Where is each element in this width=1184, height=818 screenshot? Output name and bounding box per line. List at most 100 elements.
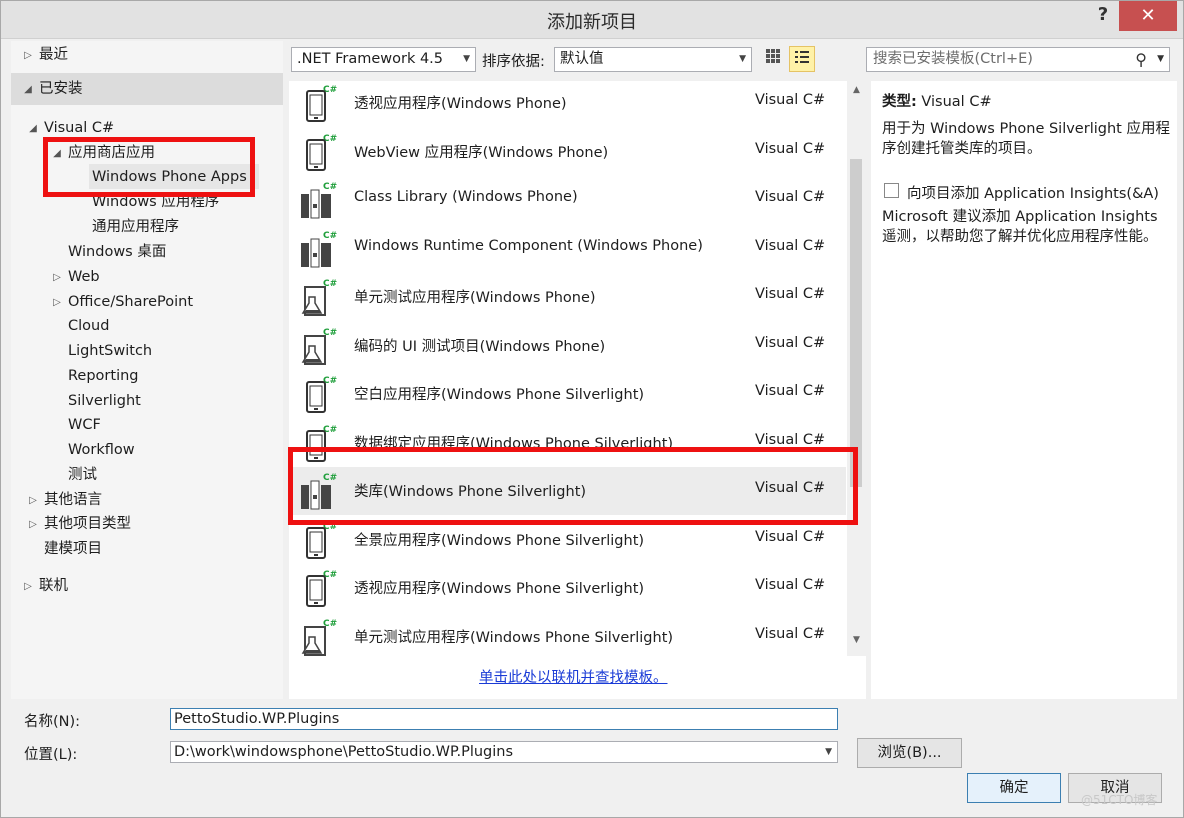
template-description: 用于为 Windows Phone Silverlight 应用程序创建托管类库… (882, 121, 1170, 157)
nav-installed[interactable]: ◢ 已安装 (24, 77, 83, 102)
close-button[interactable]: ✕ (1119, 1, 1177, 31)
template-row[interactable]: C# Windows Runtime Component (Windows Ph… (289, 225, 846, 273)
svg-text:C#: C# (323, 182, 337, 192)
search-icon[interactable]: ⚲ (1135, 48, 1147, 71)
template-language: Visual C# (755, 432, 826, 448)
list-view-icon[interactable] (789, 46, 815, 72)
expand-arrow-icon[interactable]: ▷ (21, 43, 35, 68)
expand-arrow-icon[interactable]: ▷ (50, 265, 64, 290)
nav-cloud[interactable]: Cloud (68, 314, 109, 339)
phone-panorama-icon: C# (299, 520, 337, 560)
chevron-down-icon[interactable]: ▼ (1157, 48, 1164, 71)
framework-dropdown[interactable]: .NET Framework 4.5 ▼ (291, 47, 476, 72)
template-name: 单元测试应用程序(Windows Phone Silverlight) (354, 630, 674, 646)
template-name: 空白应用程序(Windows Phone Silverlight) (354, 387, 645, 403)
nav-reporting[interactable]: Reporting (68, 364, 139, 389)
search-input[interactable]: 搜索已安装模板(Ctrl+E) ⚲ ▼ (866, 47, 1170, 72)
nav-desktop[interactable]: Windows 桌面 (68, 240, 166, 265)
insights-description: Microsoft 建议添加 Application Insights 遥测，以… (882, 209, 1158, 245)
template-language: Visual C# (755, 383, 826, 399)
template-language: Visual C# (755, 238, 826, 254)
grid-view-icon[interactable] (760, 46, 786, 72)
nav-test[interactable]: 测试 (68, 463, 97, 488)
template-row[interactable]: C# WebView 应用程序(Windows Phone) Visual C# (289, 128, 846, 176)
nav-other-types[interactable]: ▷ 其他项目类型 (29, 512, 131, 537)
template-details-pane: 类型: Visual C# 用于为 Windows Phone Silverli… (871, 81, 1177, 699)
template-name: Windows Runtime Component (Windows Phone… (354, 238, 703, 254)
expand-arrow-icon[interactable]: ▷ (50, 290, 64, 315)
sort-dropdown[interactable]: 默认值 ▼ (554, 47, 752, 72)
insights-checkbox[interactable] (884, 183, 899, 198)
nav-web-label: Web (68, 269, 100, 285)
template-name: 全景应用程序(Windows Phone Silverlight) (354, 533, 645, 549)
nav-wcf[interactable]: WCF (68, 413, 101, 438)
scroll-thumb[interactable] (850, 159, 862, 487)
search-placeholder: 搜索已安装模板(Ctrl+E) (873, 51, 1033, 67)
class-library-icon: C# (299, 180, 337, 220)
nav-office[interactable]: ▷ Office/SharePoint (53, 290, 193, 315)
nav-silverlight[interactable]: Silverlight (68, 389, 141, 414)
location-field[interactable]: D:\work\windowsphone\PettoStudio.WP.Plug… (170, 741, 838, 763)
framework-value: .NET Framework 4.5 (297, 51, 444, 67)
collapse-arrow-icon[interactable]: ◢ (26, 116, 40, 141)
template-language: Visual C# (755, 92, 826, 108)
template-type: 类型: Visual C# (882, 90, 992, 111)
template-name: 透视应用程序(Windows Phone Silverlight) (354, 581, 645, 597)
type-label: 类型: (882, 94, 917, 110)
template-language: Visual C# (755, 529, 826, 545)
nav-universal-apps[interactable]: 通用应用程序 (92, 215, 179, 240)
template-language: Visual C# (755, 189, 826, 205)
template-row[interactable]: C# Class Library (Windows Phone) Visual C… (289, 176, 846, 224)
template-language: Visual C# (755, 577, 826, 593)
online-templates-link[interactable]: 单击此处以联机并查找模板。 (479, 666, 668, 687)
template-row[interactable]: C# 编码的 UI 测试项目(Windows Phone) Visual C# (289, 322, 846, 370)
location-label: 位置(L): (24, 747, 78, 763)
annotation-box-wp-apps (43, 137, 255, 197)
help-button[interactable]: ? (1091, 4, 1115, 28)
scroll-up-icon[interactable]: ▲ (847, 81, 866, 99)
chevron-down-icon: ▼ (463, 54, 470, 64)
template-name: Class Library (Windows Phone) (354, 189, 578, 205)
template-list: C# 透视应用程序(Windows Phone) Visual C# C# WebV… (289, 81, 866, 699)
template-row[interactable]: C# 单元测试应用程序(Windows Phone) Visual C# (289, 273, 846, 321)
nav-recent[interactable]: ▷ 最近 (24, 43, 68, 68)
nav-lightswitch[interactable]: LightSwitch (68, 339, 152, 364)
template-name: 编码的 UI 测试项目(Windows Phone) (354, 339, 606, 355)
template-language: Visual C# (755, 335, 826, 351)
browse-button[interactable]: 浏览(B)... (857, 738, 962, 768)
scroll-down-icon[interactable]: ▼ (847, 631, 866, 649)
nav-installed-label: 已安装 (39, 81, 83, 97)
name-field[interactable]: PettoStudio.WP.Plugins (170, 708, 838, 730)
unit-test-icon: C# (299, 277, 337, 317)
template-row[interactable]: C# 透视应用程序(Windows Phone) Visual C# (289, 79, 846, 127)
expand-arrow-icon[interactable]: ▷ (21, 574, 35, 599)
nav-workflow[interactable]: Workflow (68, 438, 135, 463)
template-name: WebView 应用程序(Windows Phone) (354, 145, 609, 161)
expand-arrow-icon[interactable]: ▷ (26, 512, 40, 537)
template-language: Visual C# (755, 141, 826, 157)
unit-test-icon: C# (299, 617, 337, 657)
annotation-box-class-library (288, 447, 858, 525)
template-language: Visual C# (755, 626, 826, 642)
list-scrollbar[interactable]: ▲ ▼ (847, 81, 866, 656)
template-row[interactable]: C# 单元测试应用程序(Windows Phone Silverlight) Vi… (289, 613, 846, 661)
collapse-arrow-icon[interactable]: ◢ (21, 77, 35, 102)
phone-pivot-icon: C# (299, 568, 337, 608)
ok-button[interactable]: 确定 (967, 773, 1061, 803)
sort-value: 默认值 (560, 51, 604, 67)
insights-checkbox-label[interactable]: 向项目添加 Application Insights(&A) (907, 182, 1159, 203)
template-row[interactable]: C# 空白应用程序(Windows Phone Silverlight) Visu… (289, 370, 846, 418)
add-new-item-dialog: 添加新项目 ? ✕ ▷ 最近 ◢ 已安装 ◢ Visual C# ◢ 应用商店应… (0, 0, 1184, 818)
title-bar: 添加新项目 ? ✕ (1, 1, 1183, 39)
expand-arrow-icon[interactable]: ▷ (26, 488, 40, 513)
nav-other-langs-label: 其他语言 (44, 492, 102, 508)
template-name: 透视应用程序(Windows Phone) (354, 96, 567, 112)
template-row[interactable]: C# 透视应用程序(Windows Phone Silverlight) Visu… (289, 564, 846, 612)
nav-online[interactable]: ▷ 联机 (24, 574, 68, 599)
chevron-down-icon[interactable]: ▼ (825, 742, 832, 762)
nav-online-label: 联机 (39, 578, 68, 594)
nav-web[interactable]: ▷ Web (53, 265, 100, 290)
nav-other-langs[interactable]: ▷ 其他语言 (29, 488, 102, 513)
nav-modeling[interactable]: 建模项目 (44, 537, 102, 562)
nav-other-types-label: 其他项目类型 (44, 516, 131, 532)
